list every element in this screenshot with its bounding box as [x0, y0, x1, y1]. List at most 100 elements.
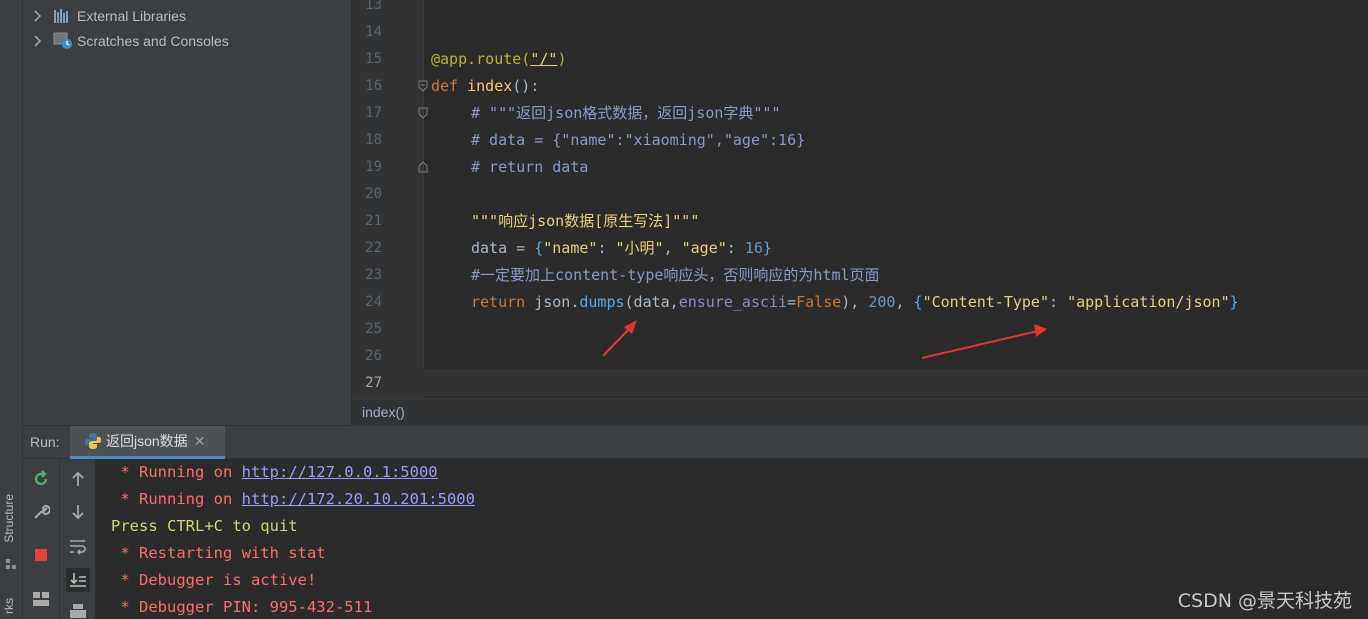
- tree-item-external-libraries[interactable]: External Libraries: [23, 4, 351, 28]
- run-tab[interactable]: 返回json数据 ✕: [70, 426, 225, 459]
- code-line-24: return json.dumps(data,ensure_ascii=Fals…: [471, 289, 1239, 316]
- code-token: }: [1229, 293, 1239, 311]
- line-number: 16: [365, 78, 382, 94]
- console-line: * Debugger PIN: 995-432-511: [111, 598, 373, 616]
- code-token: =: [787, 293, 797, 311]
- code-token: "application/json": [1067, 293, 1230, 311]
- keyword-def: def: [431, 77, 468, 95]
- line-number-current: 27: [365, 375, 382, 391]
- run-toolbar-secondary: [60, 459, 96, 619]
- console-text: * Running on: [111, 463, 242, 481]
- decorator-close: ): [557, 50, 567, 68]
- code-token: "age": [681, 239, 727, 257]
- layout-button[interactable]: [29, 587, 53, 611]
- arrow-down-icon: [72, 505, 84, 520]
- code-token: ensure_ascii: [678, 293, 788, 311]
- code-line-23: #一定要加上content-type响应头，否则响应的为html页面: [471, 266, 880, 284]
- run-toolbar-primary: [23, 459, 60, 619]
- run-tool-window-header: Run: 返回json数据 ✕: [23, 425, 1368, 459]
- project-tool-window: External Libraries Scratches and Console…: [23, 0, 352, 425]
- rerun-icon: [34, 470, 48, 486]
- line-number: 18: [365, 132, 382, 148]
- tree-item-scratches[interactable]: Scratches and Consoles: [23, 29, 351, 53]
- fold-marker-icon[interactable]: [418, 80, 428, 92]
- chevron-right-icon[interactable]: [31, 35, 45, 47]
- settings-button[interactable]: [29, 500, 53, 524]
- code-token: ,: [663, 239, 682, 257]
- code-token: False: [796, 293, 842, 311]
- code-token: (data,: [624, 293, 679, 311]
- code-token: "Content-Type": [922, 293, 1049, 311]
- decorator: @app.route(: [431, 50, 531, 68]
- line-number: 15: [365, 51, 382, 67]
- code-token: ),: [841, 293, 869, 311]
- code-token: return: [471, 293, 535, 311]
- line-number: 19: [365, 159, 382, 175]
- code-token: {: [913, 293, 923, 311]
- code-line-16: def index():: [431, 73, 539, 100]
- tree-item-label: Scratches and Consoles: [77, 33, 229, 49]
- code-token: :: [726, 239, 745, 257]
- code-line-19: # return data: [471, 158, 589, 176]
- line-number: 20: [365, 186, 382, 202]
- fold-marker-icon[interactable]: [418, 107, 428, 119]
- watermark: CSDN @景天科技苑: [1177, 590, 1352, 612]
- scroll-down-button[interactable]: [66, 500, 90, 524]
- code-line-22: data = {"name": "小明", "age": 16}: [471, 235, 772, 262]
- python-icon: [85, 433, 101, 449]
- scroll-up-button[interactable]: [66, 467, 90, 491]
- code-line-17: # """返回json格式数据，返回json字典""": [471, 104, 781, 122]
- library-icon: [53, 7, 73, 25]
- close-icon[interactable]: ✕: [194, 433, 206, 450]
- code-token: json.: [534, 293, 580, 311]
- line-number: 22: [365, 240, 382, 256]
- wrench-icon: [34, 504, 50, 519]
- console-line: * Debugger is active!: [111, 571, 317, 589]
- structure-tool-tab[interactable]: Structure: [2, 494, 16, 543]
- string-literal: "/": [530, 50, 558, 68]
- rerun-button[interactable]: [29, 467, 53, 491]
- code-token: :: [597, 239, 616, 257]
- code-token: 16: [744, 239, 763, 257]
- editor-breadcrumb[interactable]: index(): [352, 398, 1368, 425]
- console-link[interactable]: http://127.0.0.1:5000: [242, 463, 438, 481]
- run-title: Run:: [30, 434, 60, 450]
- scroll-to-end-button[interactable]: [66, 568, 90, 592]
- line-number: 24: [365, 294, 382, 310]
- run-tab-label: 返回json数据: [106, 433, 188, 449]
- stop-button[interactable]: [29, 543, 53, 567]
- line-number: 23: [365, 267, 382, 283]
- function-name: index: [467, 77, 513, 95]
- bookmarks-tool-tab[interactable]: rks: [2, 598, 16, 614]
- code-punct: ():: [512, 77, 540, 95]
- console-link[interactable]: http://172.20.10.201:5000: [242, 490, 475, 508]
- scratches-icon: [53, 32, 73, 50]
- code-token: data =: [471, 239, 535, 257]
- line-number: 13: [365, 0, 382, 13]
- console-line: * Running on http://127.0.0.1:5000: [111, 459, 438, 486]
- console-line: * Running on http://172.20.10.201:5000: [111, 486, 475, 513]
- chevron-right-icon[interactable]: [31, 10, 45, 22]
- code-token: }: [762, 239, 772, 257]
- code-line-15: @app.route("/"): [431, 46, 566, 73]
- scroll-to-end-icon: [70, 573, 86, 587]
- current-line-highlight: [424, 369, 1368, 396]
- code-content[interactable]: @app.route("/") def index(): # """返回json…: [431, 0, 1239, 311]
- console-line: Press CTRL+C to quit: [111, 517, 298, 535]
- print-button[interactable]: [66, 599, 90, 619]
- line-number: 14: [365, 24, 382, 40]
- code-token: {: [534, 239, 544, 257]
- code-line-21: """响应json数据[原生写法]""": [471, 212, 700, 230]
- print-icon: [70, 604, 86, 618]
- code-token: "name": [543, 239, 598, 257]
- line-number: 21: [365, 213, 382, 229]
- code-token: 200: [868, 293, 896, 311]
- code-editor[interactable]: 13 14 15 16 17 18 19 20 21 22 23 24 25 2…: [352, 0, 1368, 398]
- code-line-18: # data = {"name":"xiaoming","age":16}: [471, 131, 806, 149]
- fold-end-marker-icon[interactable]: [418, 161, 428, 173]
- soft-wrap-button[interactable]: [66, 535, 90, 559]
- code-token: :: [1049, 293, 1068, 311]
- stop-icon: [35, 549, 47, 561]
- structure-icon[interactable]: [4, 557, 18, 571]
- left-tool-strip: Structure rks: [0, 0, 23, 619]
